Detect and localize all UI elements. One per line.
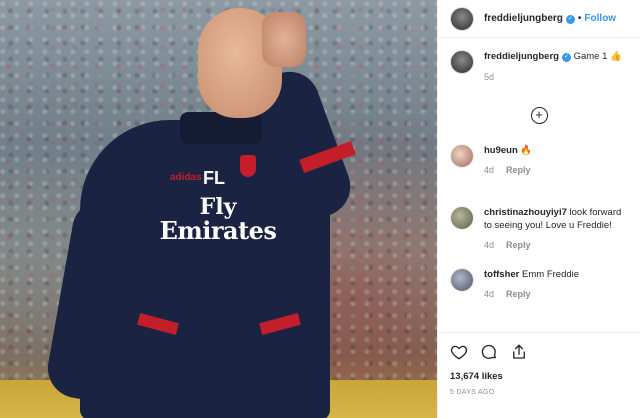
like-count[interactable]: 13,674 likes xyxy=(450,371,629,382)
caption-timestamp[interactable]: 5d xyxy=(484,72,622,82)
comment-icon[interactable] xyxy=(480,343,498,361)
follow-button[interactable]: Follow xyxy=(584,13,616,24)
comment-time[interactable]: 4d xyxy=(484,240,494,250)
comment-item: hu9eun 🔥 4d Reply xyxy=(438,144,640,206)
plus-circle-icon[interactable]: + xyxy=(530,107,548,124)
comment-content: Emm Freddie xyxy=(519,269,580,280)
caption-content: Game 1 👍 xyxy=(570,51,622,62)
thumbs-up-hand xyxy=(262,12,306,67)
comment-text: toffsher Emm Freddie xyxy=(484,268,628,281)
comment-time[interactable]: 4d xyxy=(484,289,494,299)
caption-text: freddieljungberg ✓ Game 1 👍 xyxy=(484,50,622,63)
reply-button[interactable]: Reply xyxy=(506,240,531,250)
kit-brand-logo: adidas xyxy=(170,172,202,183)
comment-meta: 4d Reply xyxy=(484,289,628,299)
action-icons xyxy=(450,341,629,363)
author-username-text[interactable]: freddieljungberg xyxy=(484,13,563,24)
caption-username[interactable]: freddieljungberg xyxy=(484,51,559,62)
commenter-username[interactable]: toffsher xyxy=(484,269,519,280)
comment-body: toffsher Emm Freddie 4d Reply xyxy=(484,268,628,330)
post-side-panel: freddieljungberg ✓ • Follow freddieljungb… xyxy=(437,0,640,418)
post-header: freddieljungberg ✓ • Follow xyxy=(438,0,640,38)
post-caption: freddieljungberg ✓ Game 1 👍 5d xyxy=(438,38,640,100)
reply-button[interactable]: Reply xyxy=(506,165,531,175)
commenter-username[interactable]: hu9eun xyxy=(484,145,518,156)
author-avatar[interactable] xyxy=(450,6,474,31)
comment-content: 🔥 xyxy=(517,145,533,156)
commenter-avatar[interactable] xyxy=(450,144,474,168)
separator-dot: • xyxy=(577,13,582,24)
caption-body: freddieljungberg ✓ Game 1 👍 5d xyxy=(484,50,622,100)
load-more-comments: + xyxy=(438,100,640,144)
caption-author-avatar[interactable] xyxy=(450,50,474,74)
verified-badge-icon: ✓ xyxy=(565,15,575,24)
post-photo[interactable]: adidas FL Fly Emirates xyxy=(0,0,437,418)
comment-body: christinazhouyiyi7 look forward to seein… xyxy=(484,206,628,268)
commenter-username[interactable]: christinazhouyiyi7 xyxy=(484,207,567,218)
commenter-avatar[interactable] xyxy=(450,206,474,230)
comment-body: hu9eun 🔥 4d Reply xyxy=(484,144,628,206)
author-username[interactable]: freddieljungberg ✓ xyxy=(484,13,575,24)
instagram-post-view: adidas FL Fly Emirates freddieljungberg ✓… xyxy=(0,0,640,418)
sponsor-logo: Fly Emirates xyxy=(158,195,278,243)
verified-badge-icon: ✓ xyxy=(561,53,571,62)
comment-item: christinazhouyiyi7 look forward to seein… xyxy=(438,206,640,268)
post-actions: 13,674 likes 5 DAYS AGO xyxy=(438,332,640,418)
reply-button[interactable]: Reply xyxy=(506,289,531,299)
person-jacket xyxy=(80,120,330,418)
post-age[interactable]: 5 DAYS AGO xyxy=(450,389,629,396)
comment-text: hu9eun 🔥 xyxy=(484,144,628,157)
sponsor-line-2: Emirates xyxy=(159,216,277,245)
commenter-avatar[interactable] xyxy=(450,268,474,292)
comment-time[interactable]: 4d xyxy=(484,165,494,175)
club-crest xyxy=(240,155,256,177)
comment-text: christinazhouyiyi7 look forward to seein… xyxy=(484,206,628,232)
share-icon[interactable] xyxy=(510,343,528,361)
comment-item: toffsher Emm Freddie 4d Reply xyxy=(438,268,640,330)
jersey-initials: FL xyxy=(203,168,225,188)
comment-meta: 4d Reply xyxy=(484,240,628,250)
comment-meta: 4d Reply xyxy=(484,165,628,175)
heart-icon[interactable] xyxy=(450,343,468,361)
